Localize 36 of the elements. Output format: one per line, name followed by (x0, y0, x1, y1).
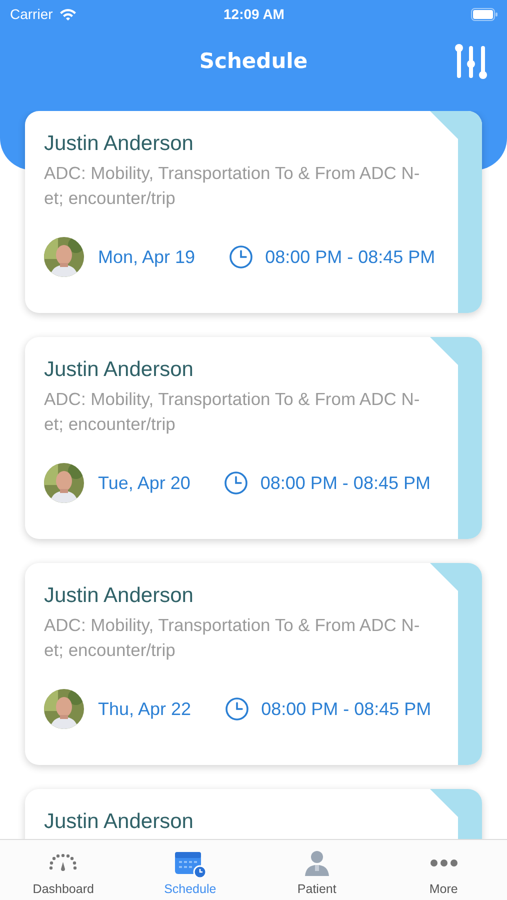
clock-icon (225, 697, 250, 721)
folded-corner (430, 111, 458, 139)
service-description: ADC: Mobility, Transportation To & From ADC N-et; encounter/trip (44, 162, 421, 210)
appointment-card[interactable]: Justin Anderson ADC: Mobility, Transportation To & From ADC N-et; encounter/trip Tue, Apr 20 08:00 PM - 08:45 PM (25, 337, 482, 539)
folded-corner (430, 789, 458, 817)
carrier-name: Carrier (10, 6, 53, 22)
appointment-time: 08:00 PM - 08:45 PM (260, 472, 430, 494)
sliders-icon (454, 42, 487, 80)
appointment-card[interactable]: Justin Anderson ADC: Mobility, Transportation To & From ADC N-et; encounter/trip Thu, Apr 22 08:00 PM - 08:45 PM (25, 563, 482, 765)
appointment-card[interactable]: Justin Anderson (25, 789, 482, 839)
clock-icon (224, 471, 248, 495)
patient-name: Justin Anderson (44, 583, 194, 609)
patient-name: Justin Anderson (44, 357, 194, 383)
service-description: ADC: Mobility, Transportation To & From ADC N-et; encounter/trip (44, 614, 421, 662)
service-description: ADC: Mobility, Transportation To & From ADC N-et; encounter/trip (44, 388, 421, 436)
patient-name: Justin Anderson (44, 809, 194, 835)
tab-item[interactable]: Dashboard (0, 840, 127, 900)
tab-item[interactable]: More (380, 840, 507, 900)
appointment-card[interactable]: Justin Anderson ADC: Mobility, Transportation To & From ADC N-et; encounter/trip Mon, Apr 19 08:00 PM - 08:45 PM (25, 111, 482, 313)
filter-button[interactable] (454, 42, 487, 80)
more-icon (430, 859, 458, 867)
appointment-time: 08:00 PM - 08:45 PM (261, 698, 432, 720)
patient-name: Justin Anderson (44, 131, 194, 157)
appointment-date: Tue, Apr 20 (98, 472, 190, 494)
folded-corner (430, 337, 458, 365)
appointment-date: Thu, Apr 22 (98, 698, 192, 720)
page-title: Schedule (199, 49, 308, 73)
tab-item[interactable]: Patient (254, 840, 380, 900)
battery-icon (470, 8, 498, 20)
appointment-date: Mon, Apr 19 (98, 246, 196, 268)
gauge-icon (49, 854, 78, 872)
clock-icon (229, 245, 254, 269)
wifi-icon (58, 8, 77, 20)
status-time: 12:09 AM (224, 6, 284, 22)
folded-corner (430, 563, 458, 591)
appointment-time: 08:00 PM - 08:45 PM (265, 246, 436, 268)
